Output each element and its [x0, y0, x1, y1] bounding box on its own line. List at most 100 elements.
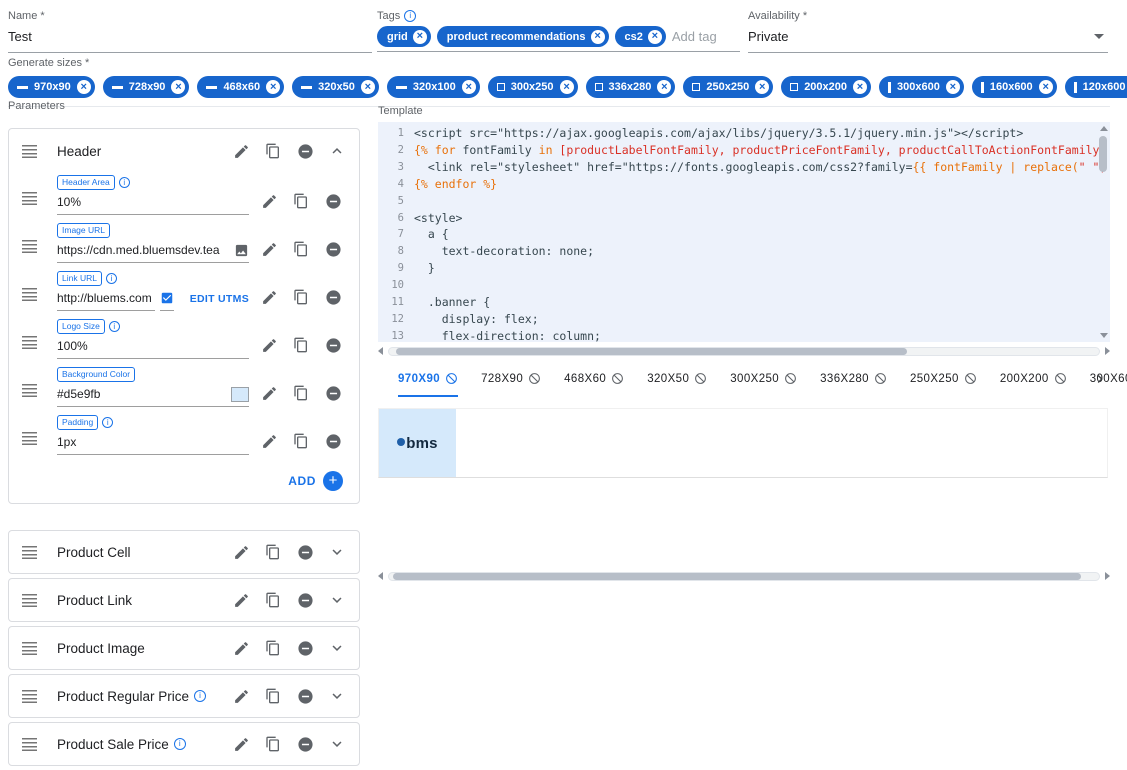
parameter-group-card[interactable]: Product Image	[8, 626, 360, 670]
size-tab[interactable]: 728X90	[481, 366, 541, 397]
remove-tag-icon[interactable]	[591, 30, 605, 44]
remove-size-icon[interactable]	[560, 80, 574, 94]
size-tab[interactable]: 468X60	[564, 366, 624, 397]
param-value[interactable]: 1px	[57, 435, 249, 449]
block-icon[interactable]	[528, 372, 541, 385]
drag-handle-icon[interactable]	[19, 192, 57, 205]
edit-icon[interactable]	[229, 636, 253, 660]
param-value[interactable]: http://bluems.com	[57, 286, 155, 311]
edit-icon[interactable]	[257, 381, 281, 405]
add-tag-input[interactable]	[672, 29, 740, 44]
editor-horizontal-scrollbar[interactable]	[378, 345, 1110, 357]
preview-horizontal-scrollbar[interactable]	[378, 570, 1110, 582]
copy-icon[interactable]	[289, 285, 313, 309]
copy-icon[interactable]	[289, 189, 313, 213]
scrollbar-thumb[interactable]	[396, 348, 907, 355]
param-value-input[interactable]: 1px	[57, 430, 249, 455]
copy-icon[interactable]	[289, 333, 313, 357]
block-icon[interactable]	[964, 372, 977, 385]
size-tab[interactable]: 320X50	[647, 366, 707, 397]
remove-size-icon[interactable]	[946, 80, 960, 94]
remove-icon[interactable]	[321, 189, 345, 213]
copy-icon[interactable]	[261, 684, 285, 708]
size-tab[interactable]: 250X250	[910, 366, 977, 397]
remove-icon[interactable]	[321, 381, 345, 405]
chevron-down-icon[interactable]	[325, 684, 349, 708]
block-icon[interactable]	[694, 372, 707, 385]
param-value[interactable]: #d5e9fb	[57, 387, 226, 401]
block-icon[interactable]	[1054, 372, 1067, 385]
remove-size-icon[interactable]	[462, 80, 476, 94]
parameter-group-card[interactable]: Product Link	[8, 578, 360, 622]
scroll-right-icon[interactable]	[1105, 347, 1110, 355]
copy-icon[interactable]	[289, 237, 313, 261]
copy-icon[interactable]	[261, 540, 285, 564]
chevron-down-icon[interactable]	[325, 540, 349, 564]
remove-icon[interactable]	[321, 285, 345, 309]
param-value-input[interactable]: http://bluems.com EDIT UTMS	[57, 286, 249, 311]
scroll-left-icon[interactable]	[378, 572, 383, 580]
remove-icon[interactable]	[293, 732, 317, 756]
remove-icon[interactable]	[293, 684, 317, 708]
copy-icon[interactable]	[261, 139, 285, 163]
copy-icon[interactable]	[289, 381, 313, 405]
param-value-input[interactable]: 10%	[57, 190, 249, 215]
param-value-input[interactable]: 100%	[57, 334, 249, 359]
remove-icon[interactable]	[293, 540, 317, 564]
editor-vertical-scrollbar[interactable]	[1098, 124, 1109, 340]
size-tab[interactable]: 200X200	[1000, 366, 1067, 397]
chevron-down-icon[interactable]	[325, 732, 349, 756]
remove-size-icon[interactable]	[853, 80, 867, 94]
block-icon[interactable]	[874, 372, 887, 385]
remove-size-icon[interactable]	[657, 80, 671, 94]
parameter-group-card[interactable]: Product Sale Price	[8, 722, 360, 766]
remove-size-icon[interactable]	[266, 80, 280, 94]
image-icon[interactable]	[234, 243, 249, 258]
availability-select[interactable]: Private	[748, 23, 1108, 53]
copy-icon[interactable]	[261, 588, 285, 612]
param-value[interactable]: https://cdn.med.bluemsdev.tea	[57, 243, 229, 257]
tabs-scroll-right-icon[interactable]	[1092, 371, 1108, 387]
remove-size-icon[interactable]	[755, 80, 769, 94]
copy-icon[interactable]	[261, 636, 285, 660]
edit-icon[interactable]	[229, 684, 253, 708]
edit-icon[interactable]	[257, 333, 281, 357]
chevron-up-icon[interactable]	[325, 139, 349, 163]
remove-size-icon[interactable]	[1039, 80, 1053, 94]
drag-handle-icon[interactable]	[19, 642, 57, 655]
param-value[interactable]: 10%	[57, 195, 249, 209]
edit-icon[interactable]	[229, 540, 253, 564]
block-icon[interactable]	[611, 372, 624, 385]
scroll-right-icon[interactable]	[1105, 572, 1110, 580]
edit-icon[interactable]	[257, 285, 281, 309]
size-tab[interactable]: 336X280	[820, 366, 887, 397]
edit-icon[interactable]	[229, 732, 253, 756]
color-swatch[interactable]	[231, 387, 249, 402]
remove-tag-icon[interactable]	[648, 30, 662, 44]
scroll-up-icon[interactable]	[1100, 126, 1108, 131]
edit-icon[interactable]	[229, 588, 253, 612]
edit-utms-button[interactable]: EDIT UTMS	[190, 293, 249, 305]
drag-handle-icon[interactable]	[19, 145, 57, 158]
remove-size-icon[interactable]	[171, 80, 185, 94]
remove-tag-icon[interactable]	[413, 30, 427, 44]
remove-size-icon[interactable]	[77, 80, 91, 94]
drag-handle-icon[interactable]	[19, 288, 57, 301]
edit-icon[interactable]	[257, 237, 281, 261]
edit-icon[interactable]	[257, 429, 281, 453]
drag-handle-icon[interactable]	[19, 336, 57, 349]
remove-icon[interactable]	[293, 139, 317, 163]
edit-icon[interactable]	[257, 189, 281, 213]
copy-icon[interactable]	[261, 732, 285, 756]
remove-icon[interactable]	[321, 333, 345, 357]
drag-handle-icon[interactable]	[19, 432, 57, 445]
param-value-input[interactable]: #d5e9fb	[57, 382, 249, 407]
remove-icon[interactable]	[293, 588, 317, 612]
scroll-down-icon[interactable]	[1100, 333, 1108, 338]
scrollbar-thumb[interactable]	[1099, 136, 1107, 172]
scrollbar-thumb[interactable]	[393, 573, 1082, 580]
param-value-input[interactable]: https://cdn.med.bluemsdev.tea	[57, 238, 249, 263]
parameter-group-card[interactable]: Product Regular Price	[8, 674, 360, 718]
block-icon[interactable]	[445, 372, 458, 385]
drag-handle-icon[interactable]	[19, 240, 57, 253]
